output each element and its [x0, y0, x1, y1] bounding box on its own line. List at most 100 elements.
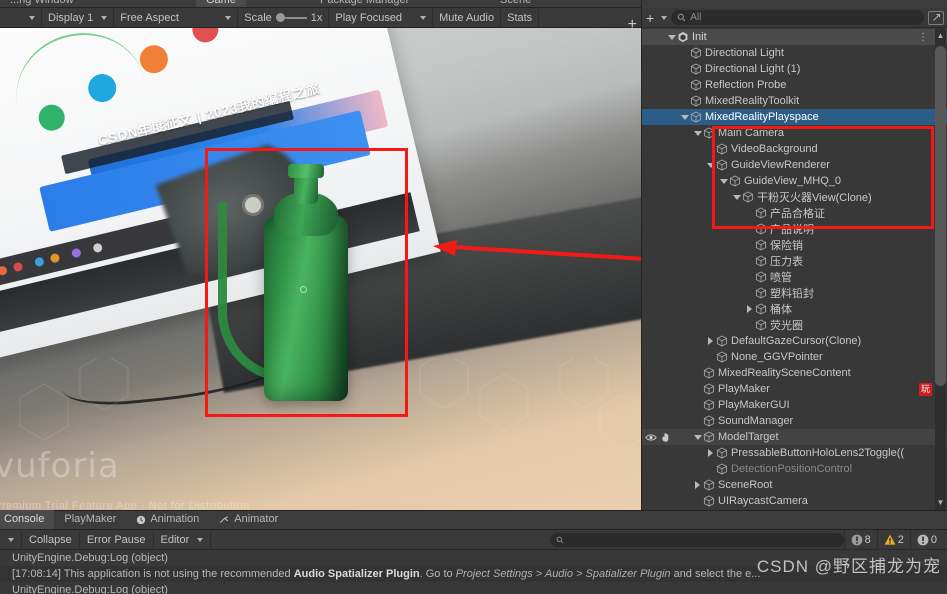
cube-icon: [755, 287, 767, 299]
display-dropdown[interactable]: Display 1: [42, 8, 115, 27]
hierarchy-item-defaultgazecursor-clone[interactable]: DefaultGazeCursor(Clone): [642, 333, 947, 349]
scale-slider[interactable]: Scale 1x: [238, 8, 330, 27]
cube-icon: [716, 159, 728, 171]
console-search-input[interactable]: [549, 532, 844, 547]
hierarchy-tree[interactable]: Init ⋮ Directional Light Directional Light …: [642, 29, 947, 510]
annotation-rectangle: [205, 148, 408, 417]
scale-value: 1x: [310, 11, 323, 24]
error-count[interactable]: 8: [843, 529, 877, 550]
hierarchy-item-soundmanager[interactable]: SoundManager: [642, 413, 947, 429]
expander-toggle[interactable]: [692, 481, 703, 489]
collapse-toggle[interactable]: Collapse: [22, 531, 80, 548]
cube-icon: [755, 239, 767, 251]
log-text: UnityEngine.Debug:Log (object): [12, 552, 168, 564]
scale-slider-control[interactable]: [275, 13, 307, 22]
hand-icon[interactable]: [660, 432, 671, 443]
hierarchy-item-reflection-probe[interactable]: Reflection Probe: [642, 77, 947, 93]
expander-toggle[interactable]: [705, 337, 716, 345]
expander-toggle[interactable]: [744, 305, 755, 313]
expander-toggle[interactable]: [692, 434, 703, 440]
hierarchy-item-[interactable]: 荧光圈: [642, 317, 947, 333]
expander-toggle[interactable]: [679, 114, 690, 120]
expander-toggle[interactable]: [731, 194, 742, 200]
hierarchy-item-detectionpositioncontrol[interactable]: DetectionPositionControl: [642, 461, 947, 477]
hierarchy-item-pressablebuttonhololens2toggle[interactable]: PressableButtonHoloLens2Toggle((: [642, 445, 947, 461]
tab-game[interactable]: Game: [196, 0, 246, 7]
tab-animation[interactable]: Animation: [126, 510, 209, 529]
hierarchy-item-[interactable]: 压力表: [642, 253, 947, 269]
hierarchy-item-sceneroot[interactable]: SceneRoot: [642, 477, 947, 493]
tab-inspector-window[interactable]: ...ng Window: [0, 0, 84, 7]
cube-icon: [755, 223, 767, 235]
hierarchy-item-guideviewrenderer[interactable]: GuideViewRenderer: [642, 157, 947, 173]
clear-button[interactable]: Clear: [0, 531, 22, 548]
eye-icon[interactable]: [645, 433, 657, 442]
hierarchy-search-input[interactable]: All: [671, 10, 924, 25]
hierarchy-item-init[interactable]: Init ⋮: [642, 29, 947, 45]
log-row[interactable]: UnityEngine.Debug:Log (object): [0, 550, 947, 566]
hierarchy-item-[interactable]: 产品合格证: [642, 205, 947, 221]
scene-context-menu-icon[interactable]: ⋮: [918, 32, 928, 43]
log-text: UnityEngine.Debug:Log (object): [12, 584, 168, 594]
hierarchy-scroll-thumb[interactable]: [935, 46, 946, 386]
screen-dot: [36, 101, 68, 134]
expander-toggle[interactable]: [666, 34, 677, 40]
chevron-down-icon: [420, 15, 427, 20]
log-row[interactable]: UnityEngine.Debug:Log (object): [0, 582, 947, 594]
error-pause-toggle[interactable]: Error Pause: [80, 531, 154, 548]
scroll-down-arrow[interactable]: ▼: [936, 498, 945, 507]
log-count[interactable]: 0: [909, 529, 947, 550]
hierarchy-item-playmakergui[interactable]: PlayMakerGUI: [642, 397, 947, 413]
scroll-up-arrow[interactable]: ▲: [936, 31, 945, 40]
expand-panel-button[interactable]: [928, 10, 944, 25]
hierarchy-item-playmaker[interactable]: PlayMaker 玩: [642, 381, 947, 397]
hierarchy-item-[interactable]: 产品说明: [642, 221, 947, 237]
expander-toggle[interactable]: [692, 130, 703, 136]
tab-playmaker[interactable]: PlayMaker: [54, 510, 126, 529]
console-log-list[interactable]: UnityEngine.Debug:Log (object) [17:08:14…: [0, 550, 947, 594]
hierarchy-item-[interactable]: 保险销: [642, 237, 947, 253]
hierarchy-item-main-camera[interactable]: Main Camera: [642, 125, 947, 141]
hierarchy-item-modeltarget[interactable]: ModelTarget: [642, 429, 947, 445]
log-row[interactable]: [17:08:14] This application is not using…: [0, 566, 947, 582]
chevron-right-icon: [747, 305, 752, 313]
stats-toggle[interactable]: Stats: [501, 8, 540, 27]
game-view-canvas[interactable]: CSDN年度征文 | 2023我的编程之旅 vuforia Premium Tr…: [0, 28, 641, 510]
play-mode-dropdown[interactable]: Play Focused: [329, 8, 434, 27]
expander-toggle[interactable]: [705, 162, 716, 168]
cube-icon: [716, 447, 728, 459]
hierarchy-item-guideview-mhq-0[interactable]: GuideView_MHQ_0: [642, 173, 947, 189]
hierarchy-item-[interactable]: 喷管: [642, 269, 947, 285]
tab-package-manager[interactable]: Package Manager: [310, 0, 419, 7]
game-target-dropdown[interactable]: [0, 8, 42, 27]
tab-animator[interactable]: Animator: [209, 510, 288, 529]
aspect-ratio-dropdown[interactable]: Free Aspect: [114, 8, 239, 27]
hierarchy-item-[interactable]: 塑料铅封: [642, 285, 947, 301]
create-object-button[interactable]: +: [646, 10, 668, 26]
hierarchy-item-videobackground[interactable]: VideoBackground: [642, 141, 947, 157]
hierarchy-item-mixedrealityplayspace[interactable]: MixedRealityPlayspace: [642, 109, 947, 125]
slider-track[interactable]: [284, 16, 307, 19]
search-icon: [556, 536, 563, 543]
expander-toggle[interactable]: [718, 178, 729, 184]
mute-audio-toggle[interactable]: Mute Audio: [433, 8, 502, 27]
hierarchy-item-uiraycastcamera[interactable]: UIRaycastCamera: [642, 493, 947, 509]
scale-label: Scale: [244, 11, 272, 24]
tab-scene[interactable]: Scene: [490, 0, 541, 7]
hierarchy-item-label: UIRaycastCamera: [718, 495, 808, 507]
slider-knob[interactable]: [275, 13, 285, 22]
hierarchy-item-mixedrealitytoolkit[interactable]: MixedRealityToolkit: [642, 93, 947, 109]
hierarchy-item-directional-light-1[interactable]: Directional Light (1): [642, 61, 947, 77]
hierarchy-item-mixedrealityscenecontent[interactable]: MixedRealitySceneContent: [642, 365, 947, 381]
hierarchy-item-directional-light[interactable]: Directional Light: [642, 45, 947, 61]
editor-dropdown[interactable]: Editor: [154, 531, 212, 548]
cube-icon: [703, 479, 715, 491]
hierarchy-item-[interactable]: 桶体: [642, 301, 947, 317]
hierarchy-item-label: Directional Light (1): [705, 63, 801, 75]
tab-console[interactable]: Console: [0, 510, 55, 529]
hierarchy-item-view-clone[interactable]: 干粉灭火器View(Clone): [642, 189, 947, 205]
hierarchy-item-none-ggvpointer[interactable]: None_GGVPointer: [642, 349, 947, 365]
warning-count[interactable]: 2: [876, 529, 910, 550]
visibility-toggles[interactable]: [645, 432, 671, 443]
expander-toggle[interactable]: [705, 449, 716, 457]
